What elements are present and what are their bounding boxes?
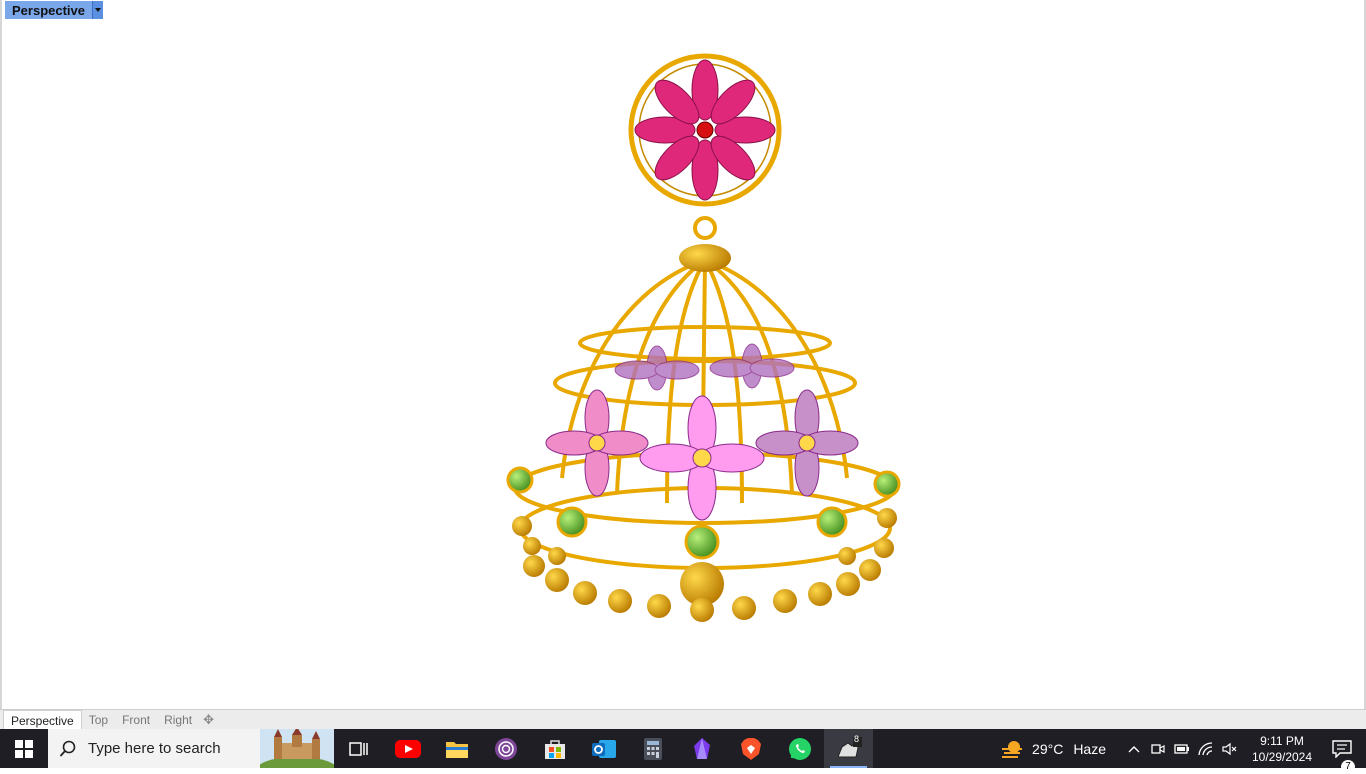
windows-taskbar: Type here to search 8 29°C Haze 9:11 PM … [0,729,1366,774]
taskbar-clock[interactable]: 9:11 PM 10/29/2024 [1246,733,1318,765]
windows-logo-icon [15,739,33,758]
show-hidden-icons-button[interactable] [1122,729,1146,768]
haze-weather-icon [1002,740,1023,758]
tab-front[interactable]: Front [115,710,157,730]
viewport-label[interactable]: Perspective [5,1,103,19]
rhino-version-badge: 8 [853,734,859,744]
whatsapp-button[interactable] [775,729,824,768]
system-tray: 29°C Haze 9:11 PM 10/29/2024 7 [1000,729,1366,774]
add-viewport-tab-icon[interactable]: ✥ [203,712,214,728]
start-button[interactable] [0,729,48,768]
calculator-button[interactable] [628,729,677,768]
volume-muted-icon [1222,742,1237,755]
notification-icon [1332,739,1352,758]
obsidian-button[interactable] [677,729,726,768]
clock-time: 9:11 PM [1260,733,1304,748]
youtube-button[interactable] [383,729,432,768]
battery-icon [1174,743,1189,754]
outlook-button[interactable] [579,729,628,768]
file-explorer-button[interactable] [432,729,481,768]
file-explorer-icon [445,741,468,758]
brave-button[interactable] [726,729,775,768]
camera-icon [1151,743,1165,754]
tor-browser-icon [494,737,517,760]
volume-button[interactable] [1218,729,1242,768]
search-highlight-castle-icon [260,729,334,768]
tab-right[interactable]: Right [157,710,199,730]
battery-button[interactable] [1170,729,1194,768]
calculator-icon [643,737,662,760]
tab-perspective[interactable]: Perspective [3,709,82,731]
outlook-icon [591,739,616,758]
microsoft-store-icon [544,739,565,759]
obsidian-icon [693,737,710,759]
perspective-viewport[interactable]: Perspective [0,0,1366,709]
whatsapp-icon [788,737,811,760]
viewport-dropdown-icon[interactable] [92,1,103,19]
search-icon [48,740,88,758]
task-view-button[interactable] [334,729,383,768]
tab-top[interactable]: Top [82,710,115,730]
jhumka-earring-model [506,53,901,622]
tor-browser-button[interactable] [481,729,530,768]
notification-center-button[interactable]: 7 [1318,739,1366,774]
youtube-icon [394,739,421,758]
stud-flower [628,53,782,207]
wifi-icon [1198,741,1213,755]
search-placeholder: Type here to search [88,740,221,757]
microsoft-store-button[interactable] [530,729,579,768]
brave-icon [740,737,761,760]
taskbar-search-box[interactable]: Type here to search [48,729,334,768]
weather-widget[interactable]: 29°C Haze [1000,739,1106,759]
chevron-up-icon [1128,745,1140,752]
notification-count-badge: 7 [1341,759,1355,774]
weather-temperature: 29°C [1032,740,1064,757]
viewport-title[interactable]: Perspective [5,3,92,18]
clock-date: 10/29/2024 [1251,749,1313,764]
weather-condition: Haze [1073,740,1106,757]
rhino-button[interactable]: 8 [824,729,873,768]
viewport-tabs: Perspective Top Front Right ✥ [0,709,1366,731]
meet-now-button[interactable] [1146,729,1170,768]
network-button[interactable] [1194,729,1218,768]
task-view-icon [348,741,368,756]
